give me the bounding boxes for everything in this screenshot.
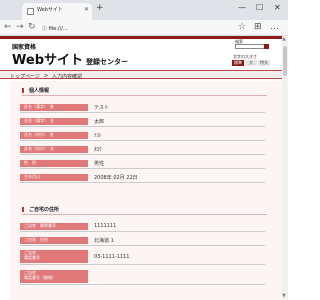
field-value: 1111111 [94, 223, 117, 229]
section-title-personal: 個人情報 [22, 87, 49, 94]
favorite-icon[interactable]: ☆ [238, 22, 246, 32]
field-value: 男性 [94, 161, 105, 167]
close-window-button[interactable]: ✕ [274, 3, 281, 12]
form-row: 氏名（漢字） 名 太郎 [20, 117, 265, 127]
site-title: Webサイト 登録センター [12, 49, 128, 68]
reload-button[interactable]: ↻ [28, 22, 36, 32]
scroll-thumb[interactable] [283, 46, 287, 76]
field-label: 氏名（ｶﾀｶﾅ） 名 [20, 146, 88, 153]
form-row: ご自宅 電話番号 03-1111-1111 [20, 249, 265, 265]
section-title-address: ご自宅の住所 [22, 206, 59, 213]
section-divider [22, 95, 267, 96]
form-row: ご自宅 住所 北海道 1 [20, 236, 265, 246]
section-divider [22, 214, 267, 215]
field-value: 北海道 1 [94, 238, 114, 244]
browser-tab[interactable]: Webサイト ✕ [22, 3, 92, 20]
maximize-button[interactable]: ☐ [256, 3, 263, 12]
breadcrumb: トップページ > 入力内容確認 [0, 70, 282, 80]
field-value: ﾃｽﾄ [94, 133, 102, 139]
collections-icon[interactable]: ⊞ [254, 22, 262, 32]
confirm-content: 個人情報 氏名（漢字） 姓 テスト 氏名（漢字） 名 太郎 氏名（ｶﾀｶﾅ） 姓… [10, 81, 282, 300]
browser-toolbar: ← → ↻ ⓘ file:///... ☆ ⊞ … [0, 20, 288, 36]
field-label: 氏名（漢字） 姓 [20, 104, 88, 111]
field-label: 性 別 [20, 160, 88, 167]
font-size-large-button[interactable]: 大 [245, 60, 257, 66]
site-title-main: Webサイト [12, 53, 83, 68]
font-size-xlarge-button[interactable]: 特大 [258, 60, 270, 66]
form-row: 生年月日 2008年 02月 22日 [20, 173, 265, 183]
field-value: 太郎 [94, 119, 105, 125]
close-tab-icon[interactable]: ✕ [84, 6, 89, 13]
scroll-up-icon[interactable]: ▲ [282, 36, 286, 42]
form-row: 氏名（漢字） 姓 テスト [20, 103, 265, 113]
field-value: 2008年 02月 22日 [94, 175, 138, 181]
field-value: テスト [94, 105, 110, 111]
field-value: ﾀﾛｳ [94, 147, 102, 153]
breadcrumb-current: 入力内容確認 [52, 74, 83, 80]
site-subtitle: 登録センター [86, 58, 128, 66]
form-row: 氏名（ｶﾀｶﾅ） 姓 ﾃｽﾄ [20, 131, 265, 141]
field-label: 氏名（漢字） 名 [20, 118, 88, 125]
forward-button[interactable]: → [16, 22, 24, 32]
form-row: 性 別 男性 [20, 159, 265, 169]
field-label: ご自宅 住所 [20, 237, 88, 244]
more-menu-icon[interactable]: … [270, 22, 279, 32]
scroll-down-icon[interactable]: ▼ [282, 293, 286, 299]
field-value: 03-1111-1111 [94, 254, 130, 260]
new-tab-button[interactable]: + [96, 3, 104, 13]
breadcrumb-home-link[interactable]: トップページ [10, 73, 40, 80]
field-label: ご自宅 電話番号（携帯） [20, 270, 88, 283]
back-button[interactable]: ← [4, 22, 12, 32]
tab-title: Webサイト [37, 7, 63, 13]
form-row: 氏名（ｶﾀｶﾅ） 名 ﾀﾛｳ [20, 145, 265, 155]
page-icon [27, 8, 34, 15]
field-label: 氏名（ｶﾀｶﾅ） 姓 [20, 132, 88, 139]
page-scrollbar[interactable]: ▲ ▼ [282, 36, 288, 300]
form-row: ご自宅 郵便番号 1111111 [20, 222, 265, 232]
breadcrumb-separator: > [44, 73, 49, 79]
field-label: 生年月日 [20, 174, 88, 181]
address-bar[interactable]: ⓘ file:///... [42, 25, 68, 32]
font-size-standard-button[interactable]: 標準 [232, 60, 244, 66]
search-button[interactable] [264, 44, 269, 49]
field-label: ご自宅 郵便番号 [20, 223, 88, 230]
web-page: 国家資格 Webサイト 登録センター 検索 文字の大きさ 標準 大 特大 トップペ… [0, 36, 282, 300]
field-label: ご自宅 電話番号 [20, 250, 88, 263]
minimize-button[interactable]: — [238, 3, 246, 12]
form-row: ご自宅 電話番号（携帯） [20, 269, 265, 285]
browser-titlebar: Webサイト ✕ + — ☐ ✕ [0, 0, 288, 20]
